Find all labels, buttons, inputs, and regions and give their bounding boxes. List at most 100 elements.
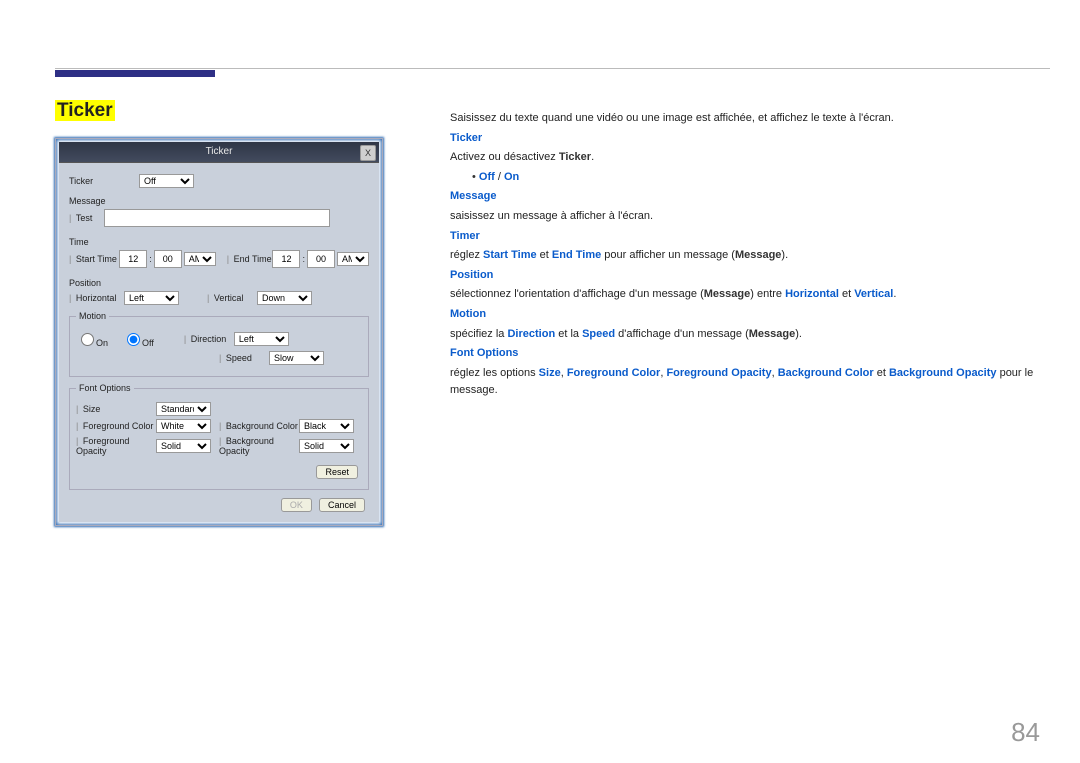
opacity-row: Foreground Opacity Solid Background Opac…: [76, 436, 362, 456]
start-min[interactable]: [154, 250, 182, 268]
window-title: Ticker: [206, 146, 233, 157]
horizontal-select[interactable]: Left: [124, 291, 179, 305]
ticker-word: Ticker: [559, 151, 591, 163]
start-time-word: Start Time: [483, 249, 537, 261]
font-heading: Font Options: [450, 345, 1050, 363]
page-title: Ticker: [55, 100, 115, 122]
message-heading: Message: [450, 188, 1050, 206]
bgo-select[interactable]: Solid: [299, 439, 354, 453]
text: ) entre: [750, 288, 785, 300]
text: spécifiez la: [450, 328, 507, 340]
time-label-row: Time: [69, 237, 369, 247]
on-radio[interactable]: [81, 333, 94, 346]
speed-select[interactable]: Slow: [269, 351, 324, 365]
position-heading: Position: [450, 267, 1050, 285]
start-hour[interactable]: [119, 250, 147, 268]
message-row: Test: [69, 209, 369, 227]
ticker-select[interactable]: Off: [139, 174, 194, 188]
speed-word: Speed: [582, 328, 615, 340]
direction-select[interactable]: Left: [234, 332, 289, 346]
bgc-label: Background Color: [219, 421, 299, 431]
window-body: Ticker Off Message Test Time Start Time …: [59, 163, 379, 522]
direction-word: Direction: [507, 328, 555, 340]
text: .: [591, 151, 594, 163]
end-hour[interactable]: [272, 250, 300, 268]
ticker-desc: Activez ou désactivez Ticker.: [450, 149, 1050, 167]
off-radio-label[interactable]: Off: [122, 330, 154, 348]
timer-desc: réglez Start Time et End Time pour affic…: [450, 247, 1050, 265]
end-min[interactable]: [307, 250, 335, 268]
fgo-label: Foreground Opacity: [76, 436, 156, 456]
fgc-word: Foreground Color: [567, 367, 661, 379]
motion-row: On Off Direction Left: [76, 330, 362, 348]
message-label: Message: [69, 196, 139, 206]
intro-text: Saisissez du texte quand une vidéo ou un…: [450, 110, 1050, 128]
end-ampm[interactable]: AM: [337, 252, 369, 266]
motion-heading: Motion: [450, 306, 1050, 324]
text: ).: [781, 249, 788, 261]
size-row: Size Standard: [76, 402, 362, 416]
fgo-word: Foreground Opacity: [666, 367, 771, 379]
message-word: Message: [704, 288, 750, 300]
message-word: Message: [735, 249, 781, 261]
start-ampm[interactable]: AM: [184, 252, 216, 266]
timer-heading: Timer: [450, 228, 1050, 246]
fgc-label: Foreground Color: [76, 421, 156, 431]
speed-row: Speed Slow: [76, 351, 362, 365]
on-word: On: [504, 171, 519, 183]
size-label: Size: [76, 404, 156, 414]
accent-bar: [55, 70, 215, 77]
text: pour afficher un message (: [601, 249, 735, 261]
documentation-column: Saisissez du texte quand une vidéo ou un…: [450, 108, 1050, 402]
text: réglez: [450, 249, 483, 261]
end-time-word: End Time: [552, 249, 601, 261]
on-text: On: [96, 338, 108, 348]
ticker-heading: Ticker: [450, 130, 1050, 148]
text: réglez les options: [450, 367, 539, 379]
test-label: Test: [69, 213, 104, 223]
start-time-label: Start Time: [69, 254, 119, 264]
message-desc: saisissez un message à afficher à l'écra…: [450, 208, 1050, 226]
motion-desc: spécifiez la Direction et la Speed d'aff…: [450, 326, 1050, 344]
fgc-select[interactable]: White: [156, 419, 211, 433]
text: ).: [795, 328, 802, 340]
off-word: Off: [479, 171, 495, 183]
position-label: Position: [69, 278, 139, 288]
close-icon[interactable]: X: [360, 145, 376, 161]
font-desc: réglez les options Size, Foreground Colo…: [450, 365, 1050, 400]
on-radio-label[interactable]: On: [76, 330, 108, 348]
fgo-select[interactable]: Solid: [156, 439, 211, 453]
size-select[interactable]: Standard: [156, 402, 211, 416]
ok-button[interactable]: OK: [281, 498, 312, 512]
position-desc: sélectionnez l'orientation d'affichage d…: [450, 286, 1050, 304]
direction-label: Direction: [184, 334, 234, 344]
off-radio[interactable]: [127, 333, 140, 346]
dialog-buttons: OK Cancel: [69, 492, 369, 514]
time-label: Time: [69, 237, 139, 247]
text: et: [537, 249, 552, 261]
message-input[interactable]: [104, 209, 330, 227]
text: /: [495, 171, 504, 183]
bgo-word: Background Opacity: [889, 367, 997, 379]
bgc-select[interactable]: Black: [299, 419, 354, 433]
vertical-word: Vertical: [854, 288, 893, 300]
text: et la: [555, 328, 582, 340]
off-on-bullet: Off / On: [450, 169, 1050, 187]
text: d'affichage d'un message (: [615, 328, 749, 340]
text: et: [839, 288, 854, 300]
cancel-button[interactable]: Cancel: [319, 498, 365, 512]
time-row: Start Time : AM End Time : AM: [69, 250, 369, 268]
position-label-row: Position: [69, 278, 369, 288]
ticker-label: Ticker: [69, 176, 139, 186]
motion-group: Motion On Off Direction Left Speed Slow: [69, 311, 369, 377]
horizontal-label: Horizontal: [69, 293, 124, 303]
text: sélectionnez l'orientation d'affichage d…: [450, 288, 704, 300]
end-time-label: End Time: [227, 254, 273, 264]
text: Activez ou désactivez: [450, 151, 559, 163]
message-word: Message: [749, 328, 795, 340]
bgo-label: Background Opacity: [219, 436, 299, 456]
reset-button[interactable]: Reset: [316, 465, 358, 479]
header-rule: [55, 68, 1050, 69]
vertical-select[interactable]: Down: [257, 291, 312, 305]
vertical-label: Vertical: [207, 293, 257, 303]
